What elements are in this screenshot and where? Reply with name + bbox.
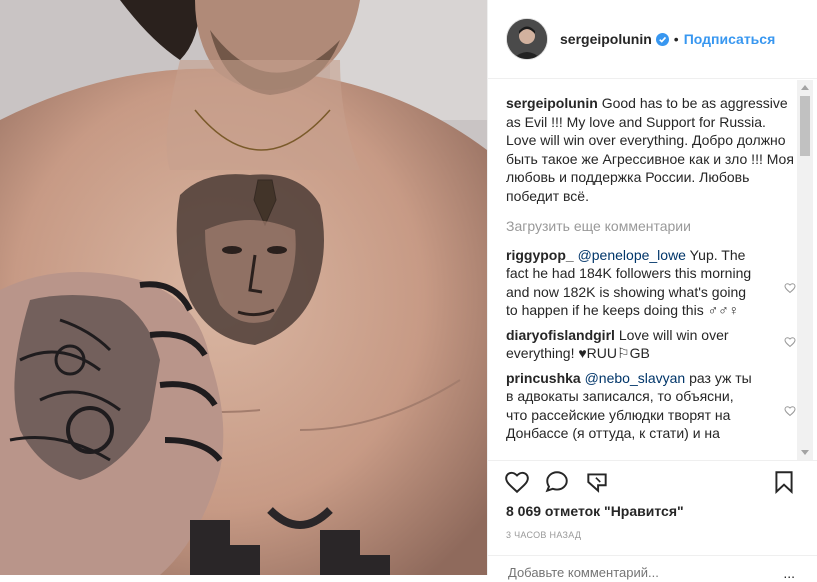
post-panel: sergeipolunin • Подписаться sergeipoluni… [487,0,817,581]
post-header: sergeipolunin • Подписаться [488,0,817,79]
more-options-icon[interactable]: ... [783,565,795,581]
comment-item: riggypop_ @penelope_lowe Yup. The fact h… [506,246,796,320]
add-comment-bar: ... [488,555,817,581]
comment-mention[interactable]: @penelope_lowe [578,247,686,263]
comment-item: princushka @nebo_slavyan раз уж ты в адв… [506,369,796,443]
scroll-up-arrow-icon[interactable] [801,85,809,90]
separator-dot: • [673,31,679,47]
scroll-thumb[interactable] [800,96,810,156]
comment-mention[interactable]: @nebo_slavyan [585,370,686,386]
comment-username[interactable]: princushka [506,370,581,386]
share-icon[interactable] [584,469,610,495]
username-link[interactable]: sergeipolunin [560,31,652,47]
comments-scrollbar[interactable] [797,80,813,460]
follow-button[interactable]: Подписаться [684,31,776,47]
heart-icon[interactable] [504,469,530,495]
comment-username[interactable]: diaryofislandgirl [506,327,615,343]
comment-item: diaryofislandgirl Love will win over eve… [506,326,796,363]
caption-text-2: Love will win over everything. Добро дол… [506,132,794,204]
bookmark-icon[interactable] [771,469,797,495]
comments-list: sergeipolunin Good has to be as aggressi… [506,94,796,458]
likes-count[interactable]: 8 069 отметок "Нравится" [506,503,684,519]
post-actions: 8 069 отметок "Нравится" 3 ЧАСОВ НАЗАД .… [488,460,817,581]
comment-username[interactable]: riggypop_ [506,247,574,263]
post-timestamp[interactable]: 3 ЧАСОВ НАЗАД [506,530,581,540]
verified-icon [655,32,669,46]
scroll-down-arrow-icon[interactable] [801,450,809,455]
like-comment-heart-icon[interactable] [784,405,796,417]
load-more-comments-link[interactable]: Загрузить еще комментарии [506,217,796,236]
comment-icon[interactable] [544,469,570,495]
like-comment-heart-icon[interactable] [784,282,796,294]
post-caption: sergeipolunin Good has to be as aggressi… [506,94,796,205]
post-image [0,0,487,575]
post-photo[interactable] [0,0,487,575]
like-comment-heart-icon[interactable] [784,336,796,348]
avatar-image [507,19,547,59]
add-comment-input[interactable] [506,564,760,581]
avatar[interactable] [506,18,548,60]
caption-username[interactable]: sergeipolunin [506,95,598,111]
